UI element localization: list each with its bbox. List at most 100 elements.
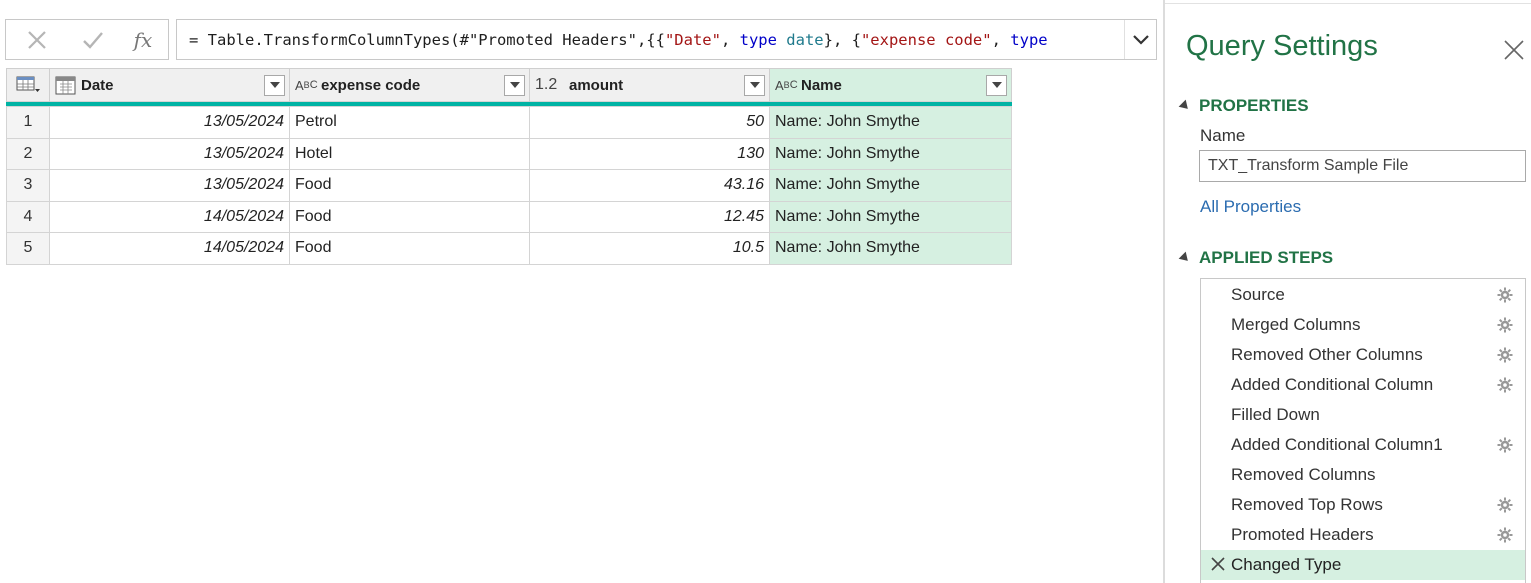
table-row[interactable]: 2 13/05/2024 Hotel 130 Name: John Smythe	[6, 137, 1012, 170]
grid-body: 1 13/05/2024 Petrol 50 Name: John Smythe 2 13/…	[6, 106, 1012, 265]
table-row[interactable]: 5 14/05/2024 Food 10.5 Name: John Smythe	[6, 232, 1012, 265]
gear-icon[interactable]	[1497, 287, 1513, 303]
gear-icon[interactable]	[1497, 377, 1513, 393]
column-filter-button[interactable]	[264, 74, 285, 96]
close-icon	[28, 30, 46, 49]
column-header-date[interactable]: Date	[49, 68, 290, 102]
cell-date[interactable]: 13/05/2024	[49, 137, 290, 170]
applied-step-item[interactable]: Added Conditional Column	[1201, 370, 1525, 400]
pane-top-border	[1165, 3, 1531, 4]
properties-section-header[interactable]: PROPERTIES	[1178, 96, 1309, 116]
formula-text[interactable]: = Table.TransformColumnTypes(#"Promoted …	[177, 31, 1124, 49]
column-header-amount[interactable]: 1.2 amount	[529, 68, 770, 102]
formula-input[interactable]: = Table.TransformColumnTypes(#"Promoted …	[176, 19, 1157, 60]
applied-step-item[interactable]: Removed Columns	[1201, 460, 1525, 490]
cell-expense-code[interactable]: Hotel	[289, 137, 530, 170]
column-header-expense-code[interactable]: ABC expense code	[289, 68, 530, 102]
applied-step-item[interactable]: Filled Down	[1201, 400, 1525, 430]
confirm-formula-button[interactable]	[68, 20, 118, 59]
decimal-type-icon[interactable]: 1.2	[535, 76, 569, 94]
pane-divider[interactable]	[1163, 0, 1165, 583]
delete-step-icon[interactable]	[1211, 557, 1225, 571]
cell-expense-code[interactable]: Food	[289, 232, 530, 265]
column-header-name[interactable]: ABC Name	[769, 68, 1012, 102]
cell-name[interactable]: Name: John Smythe	[769, 137, 1012, 170]
cell-date[interactable]: 14/05/2024	[49, 232, 290, 265]
applied-step-label: Removed Top Rows	[1231, 495, 1383, 514]
row-number[interactable]: 3	[6, 169, 50, 202]
gear-icon[interactable]	[1497, 527, 1513, 543]
dropdown-arrow-icon	[749, 82, 760, 88]
applied-step-label: Changed Type	[1231, 555, 1342, 574]
cell-amount[interactable]: 50	[529, 106, 770, 139]
query-name-input[interactable]	[1199, 150, 1526, 182]
applied-step-label: Added Conditional Column1	[1231, 435, 1443, 454]
cell-expense-code[interactable]: Food	[289, 200, 530, 233]
formula-token: "Date"	[664, 30, 721, 49]
cell-name[interactable]: Name: John Smythe	[769, 232, 1012, 265]
formula-token: type	[1010, 30, 1048, 49]
properties-heading: PROPERTIES	[1199, 96, 1309, 115]
cell-date[interactable]: 13/05/2024	[49, 169, 290, 202]
column-filter-button[interactable]	[744, 74, 765, 96]
applied-step-item[interactable]: Source	[1201, 280, 1525, 310]
applied-steps-section-header[interactable]: APPLIED STEPS	[1178, 248, 1333, 268]
formula-token: ,	[720, 30, 740, 49]
row-number[interactable]: 2	[6, 137, 50, 170]
gear-icon[interactable]	[1497, 437, 1513, 453]
formula-token: ,	[991, 30, 1011, 49]
applied-step-item[interactable]: Promoted Headers	[1201, 520, 1525, 550]
applied-step-label: Merged Columns	[1231, 315, 1361, 334]
table-row[interactable]: 4 14/05/2024 Food 12.45 Name: John Smythe	[6, 200, 1012, 233]
column-filter-button[interactable]	[986, 74, 1007, 96]
query-settings-title: Query Settings	[1186, 30, 1378, 62]
cell-date[interactable]: 13/05/2024	[49, 106, 290, 139]
formula-token	[777, 31, 786, 49]
gear-icon[interactable]	[1497, 317, 1513, 333]
name-label: Name	[1200, 126, 1246, 145]
cell-amount[interactable]: 43.16	[529, 169, 770, 202]
row-number[interactable]: 1	[6, 106, 50, 139]
cancel-formula-button[interactable]	[6, 20, 68, 59]
text-type-icon[interactable]: ABC	[775, 78, 801, 93]
table-row[interactable]: 1 13/05/2024 Petrol 50 Name: John Smythe	[6, 106, 1012, 139]
cell-name[interactable]: Name: John Smythe	[769, 169, 1012, 202]
gear-icon[interactable]	[1497, 497, 1513, 513]
applied-step-item[interactable]: Removed Other Columns	[1201, 340, 1525, 370]
cell-amount[interactable]: 130	[529, 137, 770, 170]
all-properties-link[interactable]: All Properties	[1200, 197, 1301, 217]
close-icon[interactable]	[1503, 39, 1525, 61]
cell-expense-code[interactable]: Petrol	[289, 106, 530, 139]
power-query-editor: fx = Table.TransformColumnTypes(#"Promot…	[0, 0, 1531, 583]
dropdown-arrow-icon	[269, 82, 280, 88]
column-label: expense code	[321, 76, 421, 94]
column-filter-button[interactable]	[504, 74, 525, 96]
cell-amount[interactable]: 10.5	[529, 232, 770, 265]
cell-expense-code[interactable]: Food	[289, 169, 530, 202]
column-label: Date	[81, 76, 114, 94]
table-menu-button[interactable]	[6, 68, 50, 102]
expand-formula-button[interactable]	[1124, 20, 1156, 59]
collapse-triangle-icon	[1178, 99, 1192, 113]
chevron-down-icon	[1132, 34, 1149, 45]
row-number[interactable]: 4	[6, 200, 50, 233]
row-number[interactable]: 5	[6, 232, 50, 265]
checkmark-icon	[83, 31, 103, 49]
fx-icon[interactable]: fx	[118, 20, 168, 59]
applied-step-item[interactable]: Removed Top Rows	[1201, 490, 1525, 520]
gear-icon[interactable]	[1497, 347, 1513, 363]
cell-name[interactable]: Name: John Smythe	[769, 200, 1012, 233]
applied-step-item[interactable]: Changed Type	[1201, 550, 1525, 580]
cell-amount[interactable]: 12.45	[529, 200, 770, 233]
applied-step-label: Removed Other Columns	[1231, 345, 1423, 364]
calendar-icon[interactable]	[55, 75, 81, 95]
applied-step-label: Promoted Headers	[1231, 525, 1374, 544]
cell-name[interactable]: Name: John Smythe	[769, 106, 1012, 139]
table-row[interactable]: 3 13/05/2024 Food 43.16 Name: John Smythe	[6, 169, 1012, 202]
dropdown-arrow-icon	[991, 82, 1002, 88]
applied-step-item[interactable]: Added Conditional Column1	[1201, 430, 1525, 460]
applied-step-item[interactable]: Merged Columns	[1201, 310, 1525, 340]
formula-token: "Promoted Headers"	[468, 30, 637, 49]
text-type-icon[interactable]: ABC	[295, 78, 321, 93]
cell-date[interactable]: 14/05/2024	[49, 200, 290, 233]
